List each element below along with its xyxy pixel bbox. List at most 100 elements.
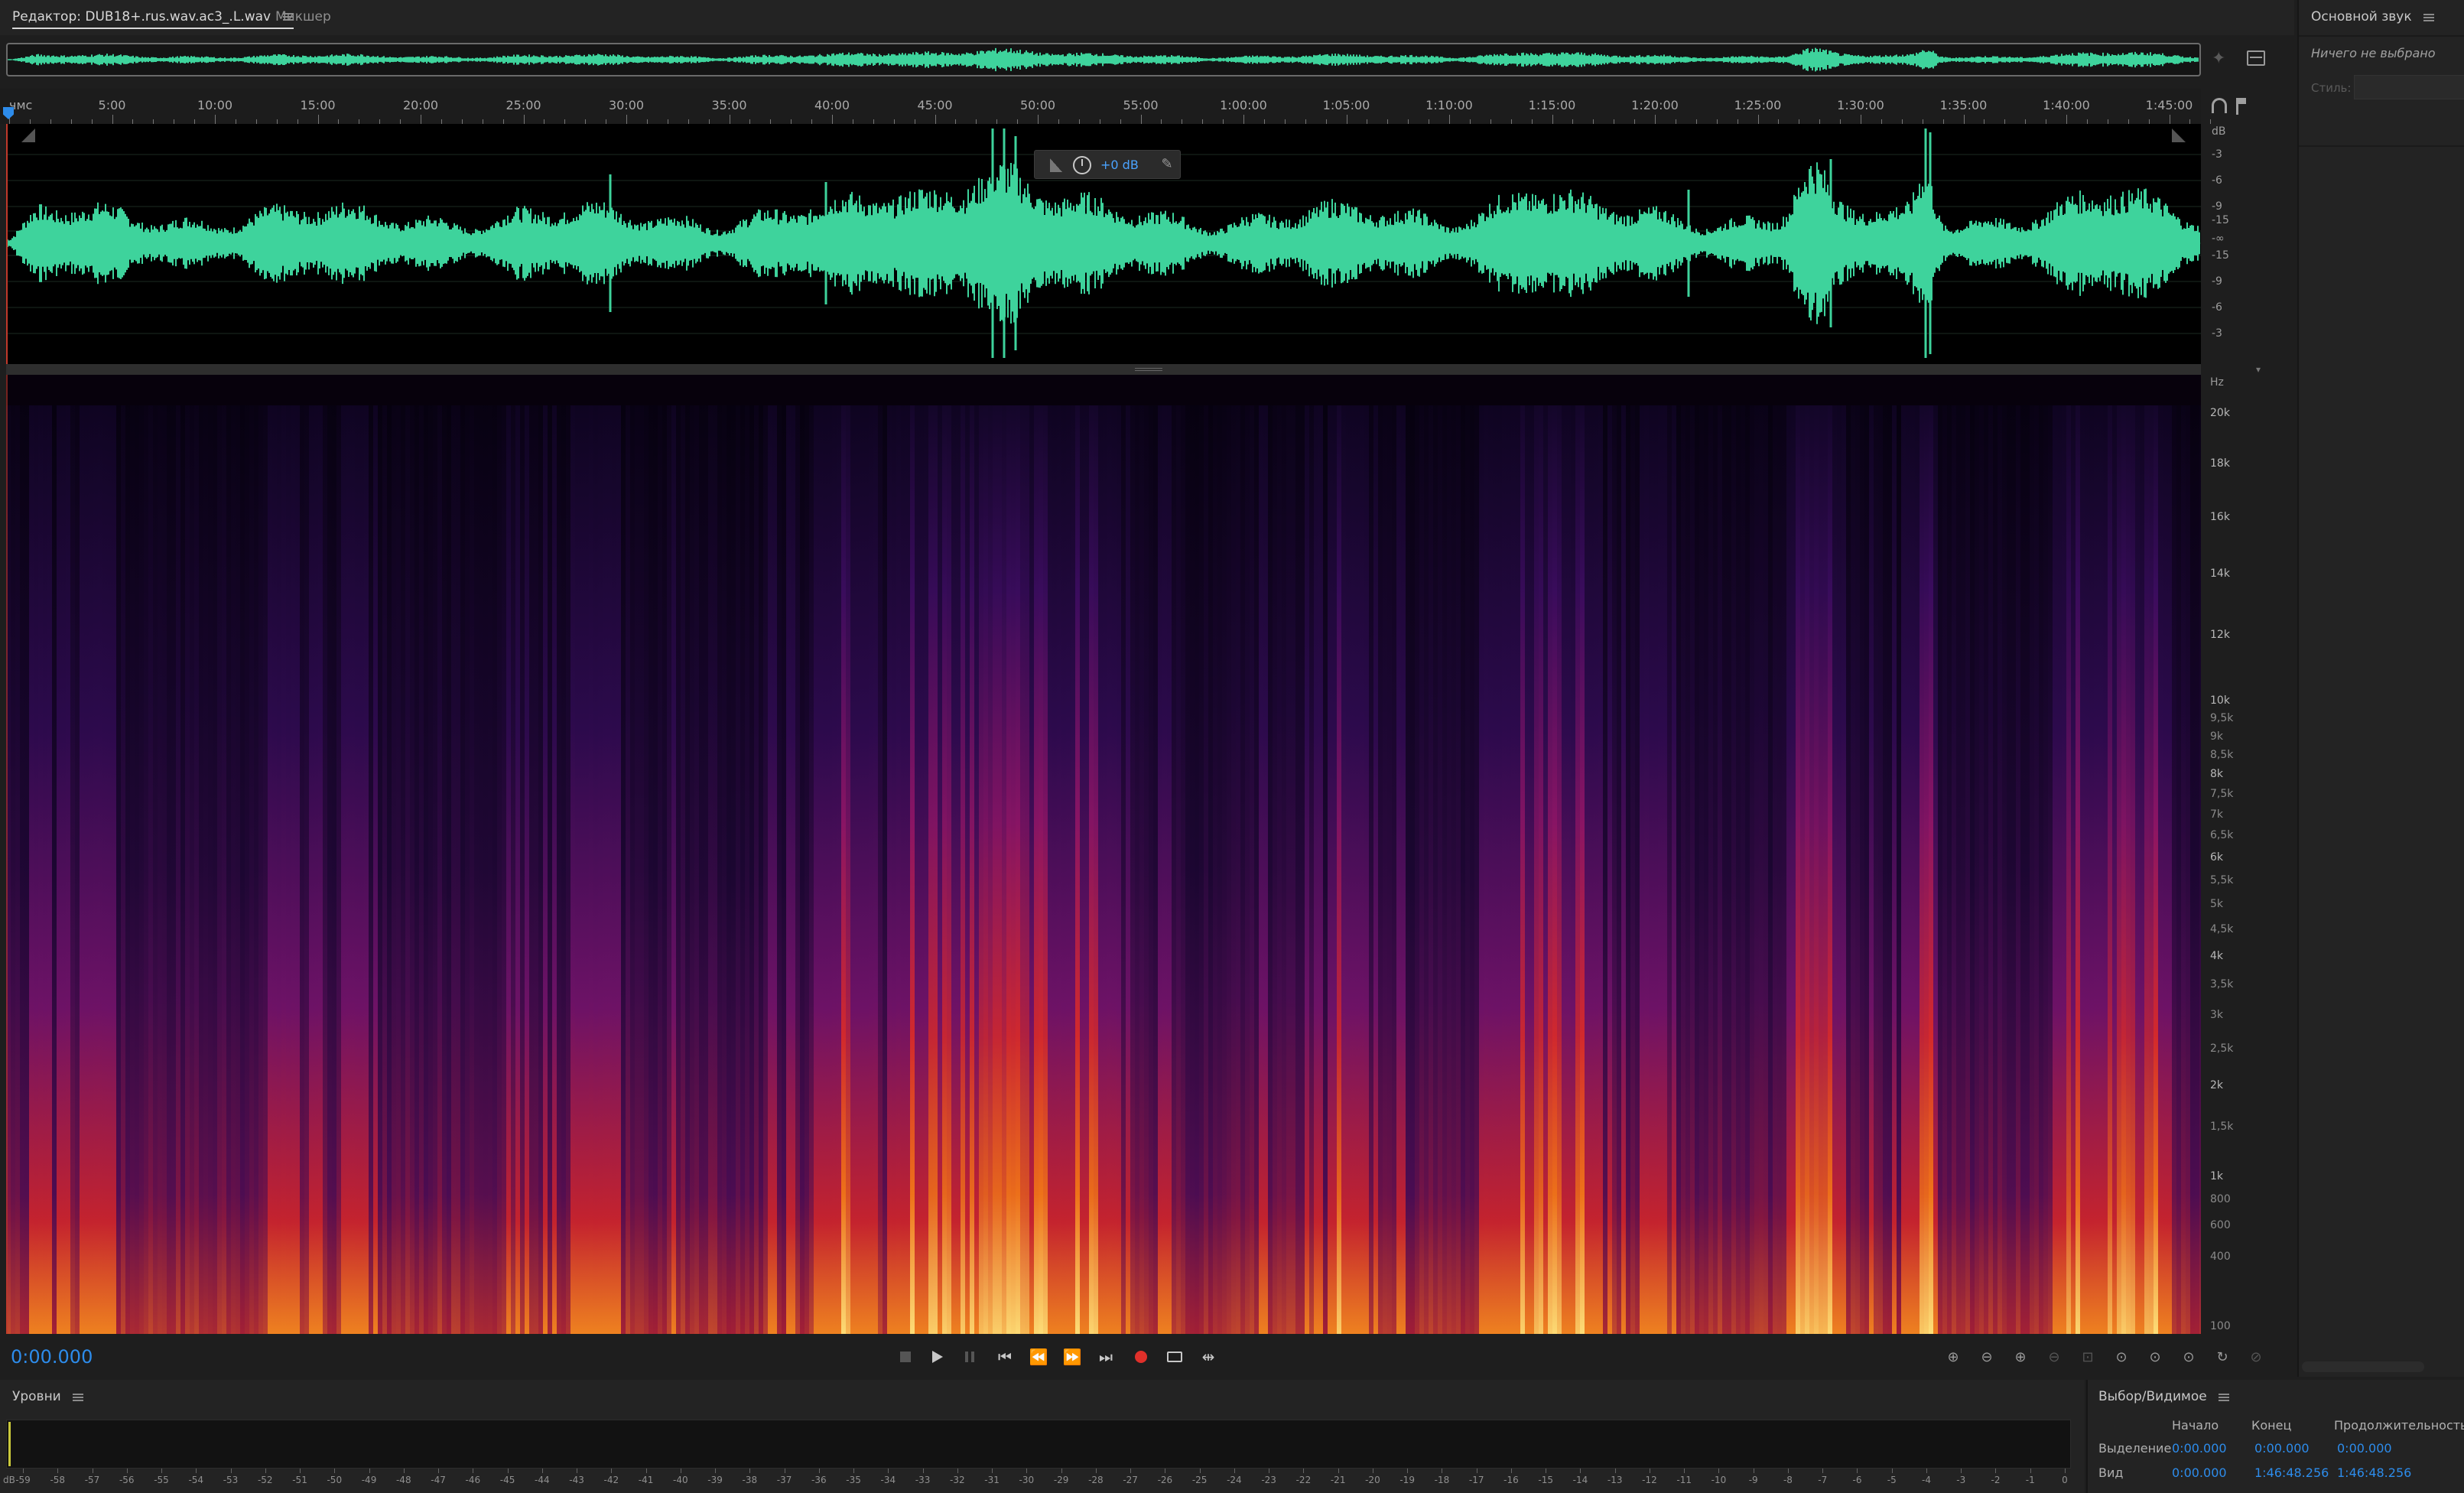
spectrogram-column [1052, 405, 1057, 1334]
view-duration[interactable]: 1:46:48.256 [2337, 1465, 2411, 1480]
spectrogram-column [1341, 405, 1346, 1334]
zoom-in-amplitude-icon[interactable]: ⊕ [1939, 1343, 1967, 1371]
spectrogram-column [1433, 405, 1438, 1334]
spectrogram-column [841, 405, 846, 1334]
skip-end-icon[interactable]: ⏭ [1092, 1343, 1120, 1371]
spectrogram-column [1094, 405, 1098, 1334]
meter-scale-tick [1303, 1469, 1305, 1473]
spectrogram-column [662, 405, 667, 1334]
pause-icon[interactable] [956, 1343, 983, 1371]
spectrogram-column [84, 405, 89, 1334]
zoom-in-right-icon[interactable]: ⊙ [2175, 1343, 2202, 1371]
spectrogram-column [947, 405, 951, 1334]
zoom-selection-icon[interactable]: ⊙ [2108, 1343, 2135, 1371]
selection-view-menu-icon[interactable] [2218, 1393, 2229, 1401]
meter-scale-tick [541, 1469, 543, 1473]
mixer-tab[interactable]: Микшер [275, 9, 331, 24]
skip-selection-icon[interactable]: ⇹ [1195, 1343, 1222, 1371]
hz-tick-label: 7k [2210, 808, 2224, 821]
waveform-panel[interactable]: +0 dB ✎ [6, 124, 2201, 364]
timeline-ruler[interactable]: чмс 5:00 10:00 15:00 20:00 25:00 30:00 35:00 40… [0, 89, 2212, 124]
fast-forward-icon[interactable]: ⏩ [1058, 1343, 1086, 1371]
nothing-selected-text: Ничего не выбрано [2311, 46, 2436, 60]
current-time[interactable]: 0:00.000 [11, 1346, 93, 1368]
collapse-chevron-icon[interactable]: ▾ [2256, 364, 2261, 375]
rewind-icon[interactable]: ⏪ [1025, 1343, 1052, 1371]
hud-pin-icon[interactable]: ✎ [1153, 150, 1181, 179]
spectrogram-column [717, 405, 722, 1334]
spectrogram-column [2135, 405, 2140, 1334]
view-start[interactable]: 0:00.000 [2172, 1465, 2227, 1480]
spectrogram-column [1034, 405, 1039, 1334]
ruler-tick-label: 15:00 [300, 98, 336, 112]
spectrogram-panel[interactable] [6, 375, 2201, 1334]
spectrogram-column [2186, 405, 2190, 1334]
selection-duration[interactable]: 0:00.000 [2337, 1441, 2392, 1456]
display-mode-icon[interactable] [2247, 50, 2265, 66]
ruler-tick-label: 1:35:00 [1939, 98, 1988, 112]
meter-scale-label: -21 [1330, 1475, 1346, 1485]
spectrogram-column [2034, 405, 2039, 1334]
spectrogram-column [965, 405, 970, 1334]
loop-icon[interactable] [1161, 1343, 1188, 1371]
panel-splitter[interactable] [6, 364, 2201, 375]
essential-sound-menu-icon[interactable] [2423, 13, 2434, 21]
meter-scale-tick [1580, 1469, 1581, 1473]
spectrogram-column [1144, 405, 1149, 1334]
playhead-marker[interactable] [3, 107, 14, 119]
overview-strip[interactable] [6, 43, 2201, 76]
levels-menu-icon[interactable] [72, 1393, 83, 1401]
record-icon[interactable] [1127, 1343, 1155, 1371]
zoom-full-icon[interactable]: ⊡ [2074, 1343, 2102, 1371]
spectrogram-column [1525, 405, 1529, 1334]
spectrogram-column [1396, 405, 1401, 1334]
selection-start[interactable]: 0:00.000 [2172, 1441, 2227, 1456]
spectrogram-top-band [6, 375, 2201, 405]
spectrogram-column [1360, 405, 1364, 1334]
zoom-out-amplitude-icon[interactable]: ⊖ [1973, 1343, 2001, 1371]
hz-tick-label: 800 [2210, 1192, 2231, 1205]
view-end[interactable]: 1:46:48.256 [2254, 1465, 2329, 1480]
spectrogram-column [2154, 405, 2158, 1334]
spectrogram-column [492, 405, 497, 1334]
spectrogram-column [442, 405, 447, 1334]
stop-icon[interactable] [892, 1343, 919, 1371]
editor-tab[interactable]: Редактор: DUB18+.rus.wav.ac3_.L.wav [12, 9, 294, 29]
zoom-reset-icon[interactable]: ⊘ [2242, 1343, 2270, 1371]
essential-sound-header: Основной звук [2311, 9, 2434, 24]
meter-scale-label: -23 [1261, 1475, 1276, 1485]
spectrogram-column [1965, 405, 1970, 1334]
spectrogram-column [1823, 405, 1828, 1334]
essential-sound-scrollbar[interactable] [2302, 1361, 2424, 1372]
spectrogram-column [102, 405, 107, 1334]
hz-tick-label: 6,5k [2210, 829, 2234, 842]
style-dropdown[interactable] [2354, 75, 2464, 99]
zoom-out-full-icon[interactable]: ↻ [2209, 1343, 2236, 1371]
overview-zoom-icon[interactable]: ✦ [2212, 49, 2232, 69]
zoom-out-time-icon[interactable]: ⊖ [2040, 1343, 2068, 1371]
hud-gain-knob-icon[interactable] [1073, 156, 1091, 174]
marker-pin-icon[interactable] [2236, 98, 2246, 115]
meter-scale-tick [334, 1469, 336, 1473]
spectrogram-column [1864, 405, 1869, 1334]
overview-waveform [8, 47, 2199, 72]
meter-scale-label: -6 [1852, 1475, 1862, 1485]
selection-end[interactable]: 0:00.000 [2254, 1441, 2310, 1456]
zoom-in-time-icon[interactable]: ⊕ [2007, 1343, 2034, 1371]
ruler-tick [112, 115, 113, 124]
meter-scale-label: -34 [880, 1475, 896, 1485]
meter-scale-label: -29 [1053, 1475, 1069, 1485]
spectrogram-column [1438, 405, 1442, 1334]
meter-scale-label: -44 [535, 1475, 550, 1485]
view-row-label: Вид [2098, 1465, 2124, 1480]
spectrogram-column [1543, 405, 1548, 1334]
skip-start-icon[interactable]: ⏮ [991, 1343, 1019, 1371]
ruler-tick [1140, 115, 1142, 124]
spectrogram-column [1484, 405, 1488, 1334]
hud-gain-value[interactable]: +0 dB [1100, 158, 1139, 172]
headphones-icon[interactable] [2212, 98, 2227, 113]
zoom-in-left-icon[interactable]: ⊙ [2141, 1343, 2169, 1371]
play-icon[interactable] [924, 1343, 951, 1371]
spectrogram-column [47, 405, 52, 1334]
spectrogram-column [323, 405, 327, 1334]
